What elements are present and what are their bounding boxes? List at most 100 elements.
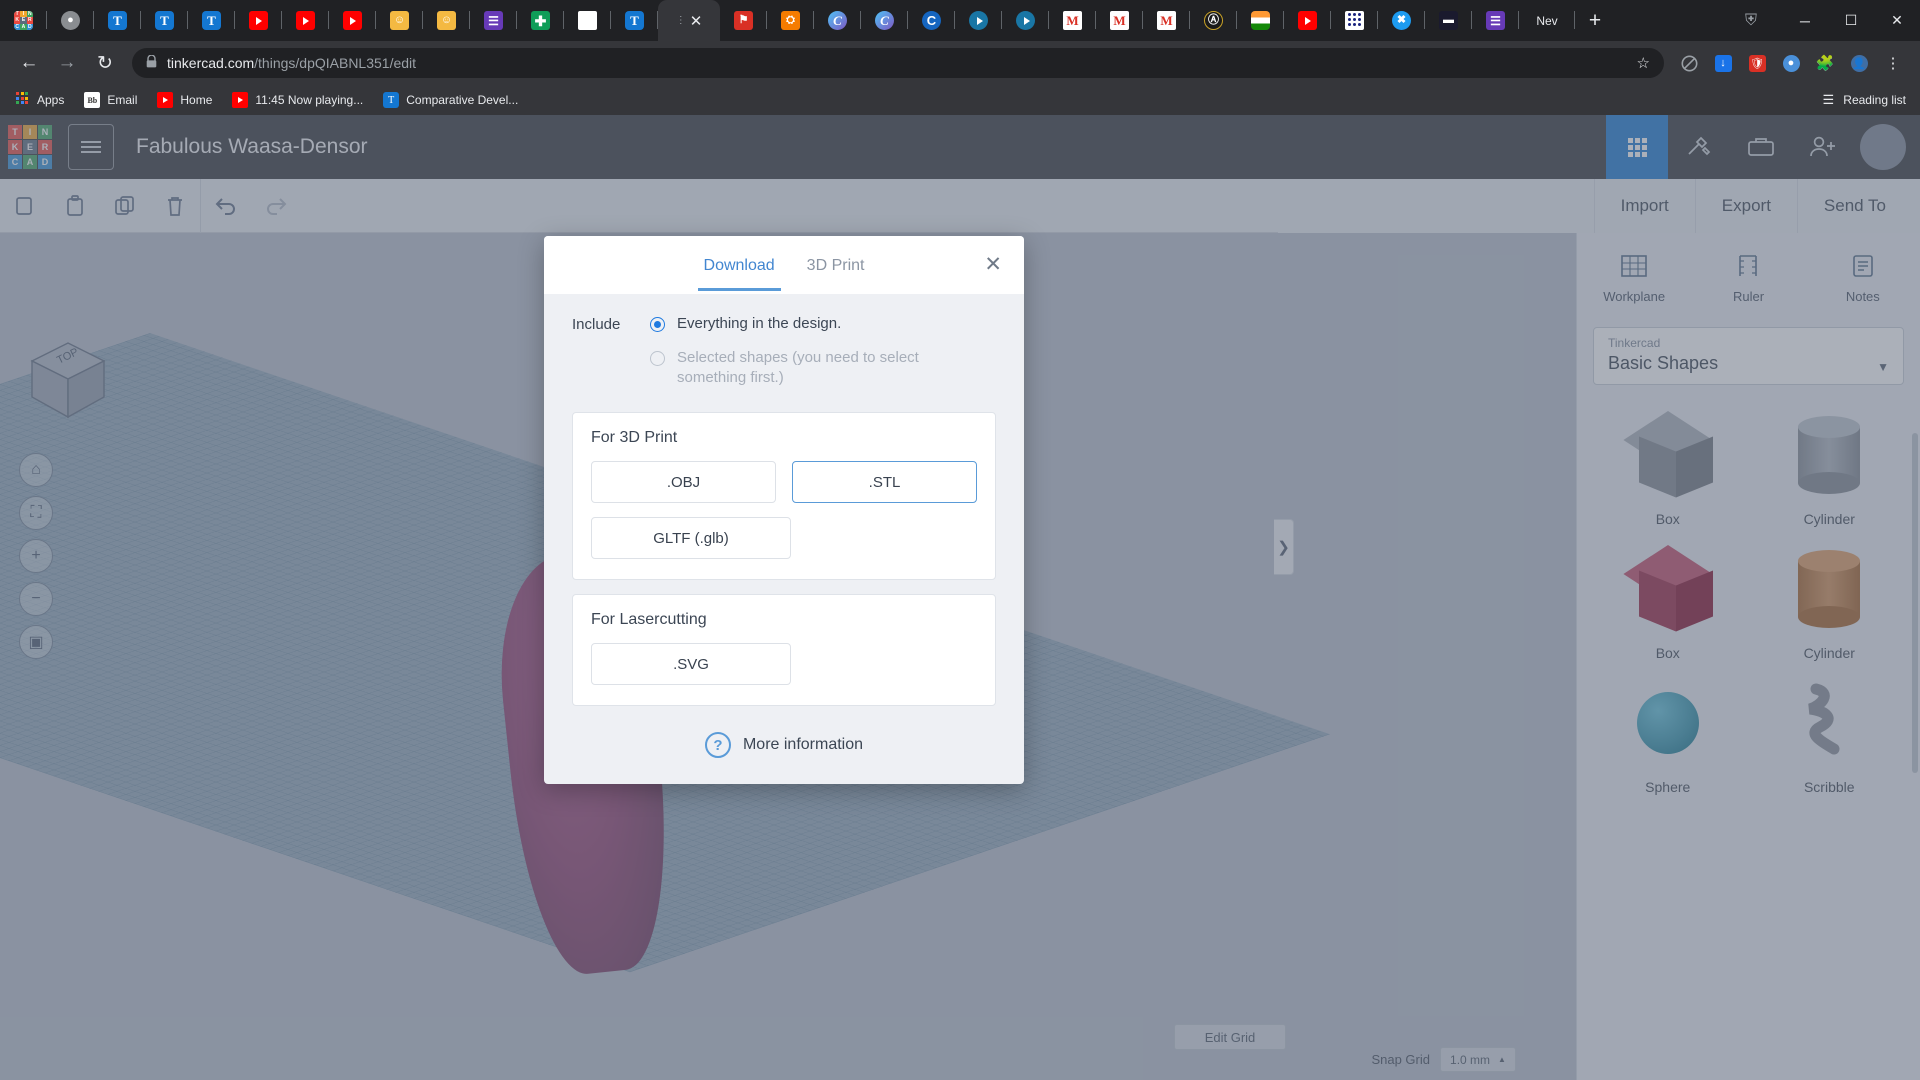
profile-icon[interactable]: 👤 bbox=[1842, 46, 1876, 80]
gmail-icon: M bbox=[1110, 11, 1129, 30]
section-title: For 3D Print bbox=[591, 429, 977, 447]
browser-tab[interactable] bbox=[1002, 0, 1049, 41]
browser-tab[interactable]: ☰ bbox=[1472, 0, 1519, 41]
browser-tab[interactable]: ● bbox=[47, 0, 94, 41]
close-icon[interactable]: ✕ bbox=[690, 12, 703, 30]
youtube-icon bbox=[232, 92, 248, 108]
address-bar[interactable]: tinkercad.com/things/dpQIABNL351/edit ☆ bbox=[132, 48, 1664, 78]
shield-extension-icon[interactable]: 🛡 bbox=[1740, 46, 1774, 80]
download-manager-icon[interactable]: ↓ bbox=[1706, 46, 1740, 80]
url-domain: tinkercad.com bbox=[167, 55, 254, 71]
shield-icon[interactable]: ⛨ bbox=[1720, 0, 1782, 41]
close-icon[interactable]: ✕ bbox=[984, 254, 1002, 275]
browser-tab[interactable]: ⛭ bbox=[767, 0, 814, 41]
browser-tab[interactable]: ✖ bbox=[1378, 0, 1425, 41]
youtube-icon bbox=[296, 11, 315, 30]
browser-tab[interactable] bbox=[282, 0, 329, 41]
browser-tab[interactable] bbox=[1284, 0, 1331, 41]
green-cross-icon: ✚ bbox=[531, 11, 550, 30]
browser-tab[interactable]: C bbox=[908, 0, 955, 41]
google-drive-icon: ▲ bbox=[578, 11, 597, 30]
browser-tab[interactable] bbox=[235, 0, 282, 41]
browser-tab-active[interactable]: ⋮✕ bbox=[658, 0, 720, 41]
browser-tab[interactable]: ✚ bbox=[517, 0, 564, 41]
browser-tab[interactable]: ⚑ bbox=[720, 0, 767, 41]
c-gradient-icon: C bbox=[875, 11, 894, 30]
browser-tab[interactable]: C bbox=[861, 0, 908, 41]
maximize-button[interactable]: ☐ bbox=[1828, 0, 1874, 41]
bookmark-label: 11:45 Now playing... bbox=[255, 93, 363, 107]
reading-list-icon: ☰ bbox=[1820, 92, 1836, 108]
browser-tab[interactable] bbox=[1237, 0, 1284, 41]
block-icon[interactable] bbox=[1672, 46, 1706, 80]
more-menu-icon[interactable]: ⋮ bbox=[1876, 46, 1910, 80]
browser-window: TINKERCAD●TTT☺☺☰✚▲T⋮✕⚑⛭CCCMMMⒶ✖▬☰ Nev + … bbox=[0, 0, 1920, 1080]
bookmark-item[interactable]: Apps bbox=[14, 92, 64, 108]
reading-list-button[interactable]: ☰ Reading list bbox=[1820, 92, 1906, 108]
globe-icon: ● bbox=[61, 11, 80, 30]
browser-tab[interactable]: C bbox=[814, 0, 861, 41]
new-tab-button[interactable]: + bbox=[1575, 0, 1615, 41]
bookmark-item[interactable]: TComparative Devel... bbox=[383, 92, 518, 108]
browser-tab[interactable] bbox=[329, 0, 376, 41]
bookmark-item[interactable]: Home bbox=[157, 92, 212, 108]
browser-tab[interactable] bbox=[955, 0, 1002, 41]
browser-tab-strip: TINKERCAD●TTT☺☺☰✚▲T⋮✕⚑⛭CCCMMMⒶ✖▬☰ Nev + … bbox=[0, 0, 1920, 41]
download-stl-button[interactable]: .STL bbox=[792, 461, 977, 503]
mask-icon: ▬ bbox=[1439, 11, 1458, 30]
minimize-button[interactable]: ─ bbox=[1782, 0, 1828, 41]
browser-tab-partial[interactable]: Nev bbox=[1519, 0, 1575, 41]
puzzle-extension-icon[interactable]: 🧩 bbox=[1808, 46, 1842, 80]
browser-tab[interactable]: ☰ bbox=[470, 0, 517, 41]
tinkercad-icon: T bbox=[155, 11, 174, 30]
reload-icon[interactable]: ↻ bbox=[86, 44, 124, 82]
include-radio-group: Everything in the design. Selected shape… bbox=[650, 314, 996, 402]
bookmark-item[interactable]: 11:45 Now playing... bbox=[232, 92, 363, 108]
adblock-icon[interactable]: ● bbox=[1774, 46, 1808, 80]
red-pin-icon: ⚑ bbox=[734, 11, 753, 30]
window-controls: ⛨ ─ ☐ ✕ bbox=[1720, 0, 1920, 41]
browser-tab[interactable]: T bbox=[611, 0, 658, 41]
back-icon[interactable]: ← bbox=[10, 44, 48, 82]
apps-grid-icon bbox=[14, 92, 30, 108]
browser-tab[interactable]: Ⓐ bbox=[1190, 0, 1237, 41]
browser-tab[interactable]: T bbox=[141, 0, 188, 41]
browser-tab[interactable]: M bbox=[1049, 0, 1096, 41]
include-label: Include bbox=[572, 314, 650, 333]
person-avatar-icon: ☺ bbox=[390, 11, 409, 30]
close-window-button[interactable]: ✕ bbox=[1874, 0, 1920, 41]
dialog-body: Include Everything in the design. Select… bbox=[544, 294, 1024, 784]
tinkercad-icon: T bbox=[202, 11, 221, 30]
tab-download[interactable]: Download bbox=[702, 239, 777, 291]
orange-network-icon: ⛭ bbox=[781, 11, 800, 30]
browser-tab[interactable]: ☺ bbox=[423, 0, 470, 41]
browser-navigation-bar: ← → ↻ tinkercad.com/things/dpQIABNL351/e… bbox=[0, 41, 1920, 85]
download-gltf-button[interactable]: GLTF (.glb) bbox=[591, 517, 791, 559]
browser-tab[interactable]: M bbox=[1096, 0, 1143, 41]
lock-icon bbox=[146, 55, 157, 71]
radio-option-everything[interactable]: Everything in the design. bbox=[650, 314, 996, 334]
browser-extensions: ↓ 🛡 ● 🧩 👤 ⋮ bbox=[1672, 46, 1910, 80]
c-gradient-icon: C bbox=[828, 11, 847, 30]
browser-tab[interactable] bbox=[1331, 0, 1378, 41]
browser-tab[interactable]: ▲ bbox=[564, 0, 611, 41]
bookmark-item[interactable]: BbEmail bbox=[84, 92, 137, 108]
browser-tab[interactable]: T bbox=[94, 0, 141, 41]
reading-list-label: Reading list bbox=[1843, 93, 1906, 107]
download-obj-button[interactable]: .OBJ bbox=[591, 461, 776, 503]
bookmark-star-icon[interactable]: ☆ bbox=[1627, 54, 1650, 72]
forward-icon[interactable]: → bbox=[48, 44, 86, 82]
browser-tab[interactable]: M bbox=[1143, 0, 1190, 41]
youtube-icon bbox=[1298, 11, 1317, 30]
bookmark-label: Apps bbox=[37, 93, 64, 107]
radio-label: Everything in the design. bbox=[677, 314, 841, 334]
tab-3d-print[interactable]: 3D Print bbox=[805, 239, 867, 291]
list-purple-icon: ☰ bbox=[1486, 11, 1505, 30]
section-3d-print: For 3D Print .OBJ .STL GLTF (.glb) bbox=[572, 412, 996, 580]
browser-tab[interactable]: ▬ bbox=[1425, 0, 1472, 41]
browser-tab[interactable]: TINKERCAD bbox=[0, 0, 47, 41]
download-svg-button[interactable]: .SVG bbox=[591, 643, 791, 685]
browser-tab[interactable]: ☺ bbox=[376, 0, 423, 41]
browser-tab[interactable]: T bbox=[188, 0, 235, 41]
more-information-link[interactable]: ? More information bbox=[572, 732, 996, 758]
